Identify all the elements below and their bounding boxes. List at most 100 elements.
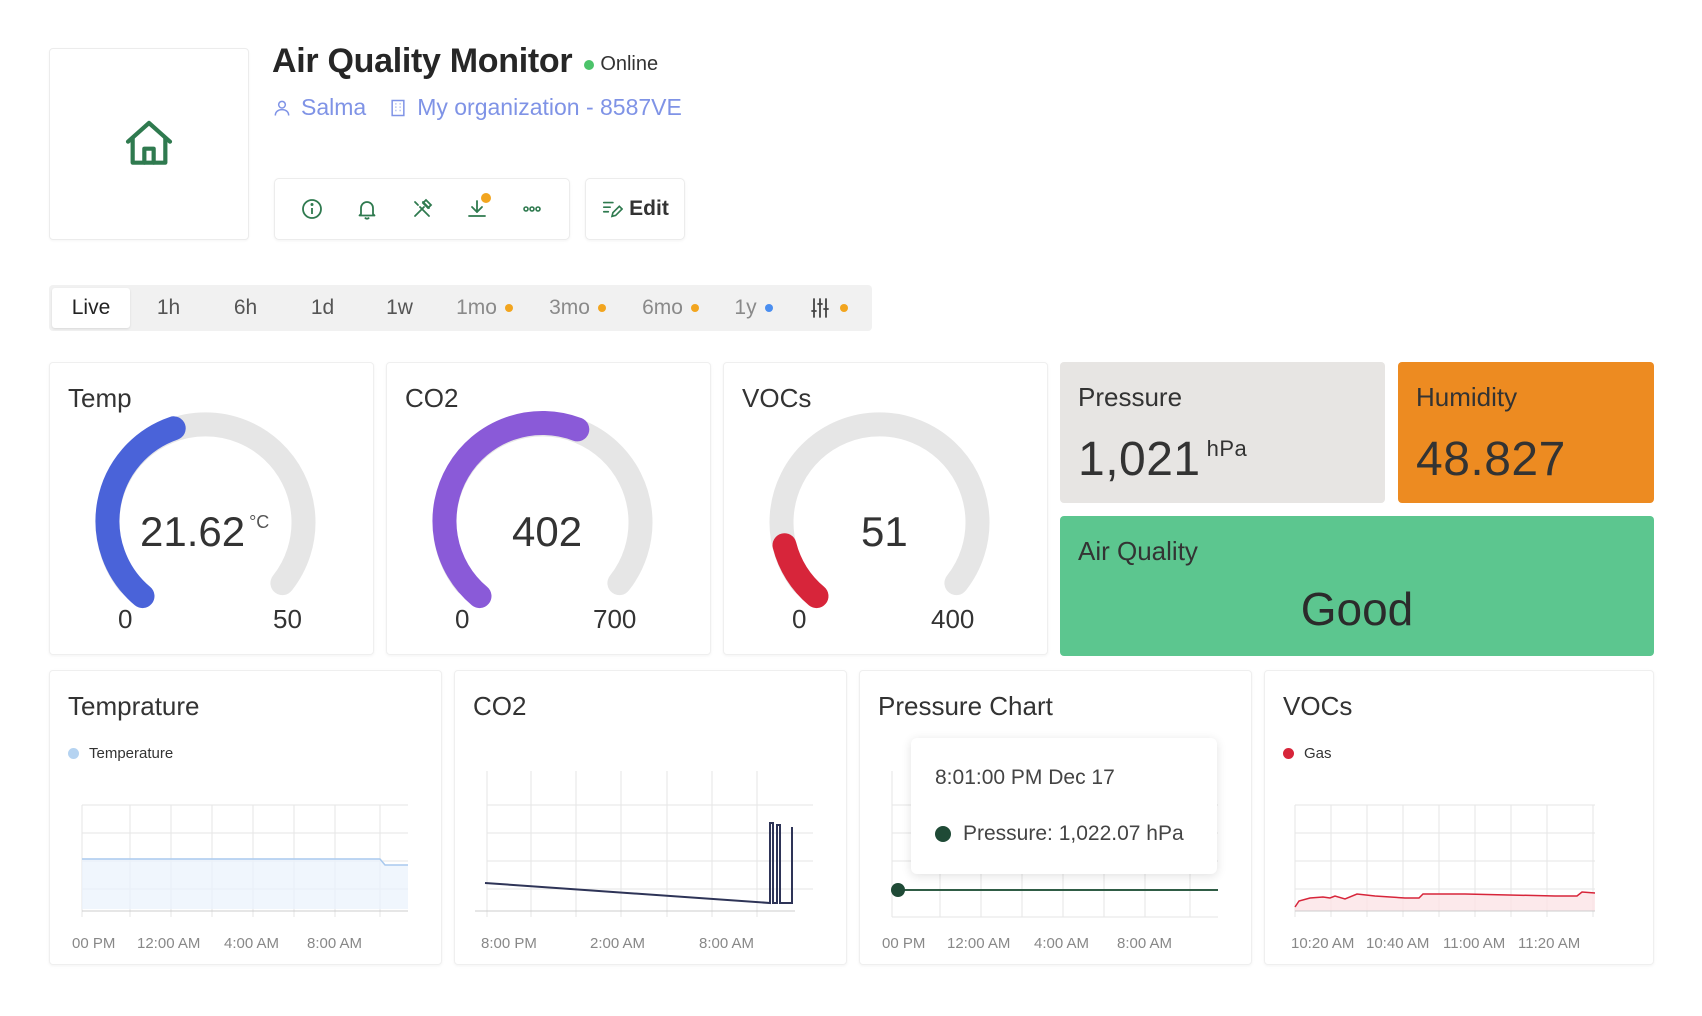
edit-label: Edit	[629, 197, 669, 220]
sliders-icon	[810, 298, 829, 318]
temperature-plot: 00 PM 12:00 AM 4:00 AM 8:00 AM	[72, 804, 408, 952]
tab-label: 1mo	[456, 296, 497, 319]
dashboard: Air Quality Monitor Online Salma My orga…	[0, 0, 1702, 1016]
card-title: Pressure	[1078, 382, 1183, 412]
gauge-value: 21.62 °C	[140, 508, 269, 556]
alerts-button[interactable]	[349, 191, 385, 227]
card-title: Humidity	[1416, 382, 1518, 412]
vocs-area	[1295, 892, 1595, 911]
tab-label: 1h	[156, 296, 181, 319]
status-badge: Online	[584, 53, 658, 76]
time-range-tabs: Live 1h 6h 1d 1w 1mo 3mo 6mo 1y	[49, 285, 872, 331]
tools-icon	[414, 198, 433, 217]
tab-6mo[interactable]: 6mo	[624, 288, 717, 328]
card-title: Air Quality	[1078, 536, 1198, 566]
x-tick: 8:00 AM	[307, 935, 362, 952]
gauge-min: 0	[792, 604, 807, 634]
co2-plot: 8:00 PM 2:00 AM 8:00 AM	[475, 771, 813, 952]
vocs-plot: 10:20 AM 10:40 AM 11:00 AM 11:20 AM	[1291, 804, 1596, 952]
x-tick: 8:00 PM	[481, 935, 537, 952]
vocs-chart-card[interactable]: VOCs Gas 10:20 AM 10:40 AM 11:00 AM 11:2…	[1264, 670, 1654, 965]
temp-gauge-card[interactable]: Temp 21.62 °C 0 50	[49, 362, 374, 655]
edit-dashboard-icon	[603, 201, 624, 218]
x-tick: 10:40 AM	[1366, 935, 1429, 952]
stat-value-text: 1,021	[1078, 433, 1201, 486]
tab-live[interactable]: Live	[52, 288, 130, 328]
tab-3mo[interactable]: 3mo	[531, 288, 624, 328]
edit-button[interactable]: Edit	[585, 178, 685, 240]
tab-1w[interactable]: 1w	[361, 288, 438, 328]
home-icon	[125, 120, 173, 165]
owner-name: Salma	[301, 94, 367, 120]
tooltip-value: Pressure: 1,022.07 hPa	[963, 822, 1184, 845]
building-icon	[391, 99, 405, 116]
tab-1y[interactable]: 1y	[717, 288, 790, 328]
tab-6h[interactable]: 6h	[207, 288, 284, 328]
owner-link[interactable]: Salma	[272, 94, 366, 121]
gauge-min: 0	[455, 604, 470, 634]
gauge-value: 51	[861, 508, 908, 555]
temperature-area	[82, 859, 408, 909]
tab-1h[interactable]: 1h	[130, 288, 207, 328]
organization-link[interactable]: My organization - 8587VE	[388, 94, 682, 121]
stat-value: 1,021 hPa	[1078, 432, 1247, 487]
air-quality-value: Good	[1300, 583, 1414, 635]
x-tick: 12:00 AM	[947, 935, 1010, 952]
status-label: Online	[600, 53, 659, 75]
co2-gauge-card[interactable]: CO2 402 0 700	[386, 362, 711, 655]
gauge-max: 400	[931, 604, 975, 634]
gauge-max: 50	[273, 604, 302, 634]
tab-label: 1w	[386, 296, 413, 319]
x-tick: 8:00 AM	[699, 935, 754, 952]
x-tick: 00 PM	[882, 935, 925, 952]
temperature-chart-card[interactable]: Temprature Temperature 00 PM 12:00 AM 4:…	[49, 670, 442, 965]
pressure-point[interactable]	[891, 883, 905, 897]
premium-dot-icon	[690, 304, 699, 312]
air-quality-card[interactable]: Air Quality Good	[1060, 516, 1654, 656]
humidity-card[interactable]: Humidity 48.827	[1398, 362, 1654, 503]
user-icon	[274, 100, 290, 116]
tab-label: 1y	[734, 296, 757, 319]
co2-chart-card[interactable]: CO2 8:00 PM 2:00 AM 8:00 AM	[454, 670, 847, 965]
tab-label: 3mo	[549, 296, 590, 319]
notification-badge	[480, 193, 491, 203]
gauge-unit: °C	[249, 512, 270, 532]
x-tick: 10:20 AM	[1291, 935, 1354, 952]
gauge-fill	[772, 533, 829, 609]
bell-icon	[358, 201, 376, 220]
x-tick: 12:00 AM	[137, 935, 200, 952]
download-button[interactable]	[459, 191, 495, 227]
tab-label: 1d	[310, 296, 335, 319]
premium-dot-icon	[504, 304, 513, 312]
device-toolbar	[274, 178, 570, 240]
gauge-min: 0	[118, 604, 133, 634]
more-button[interactable]	[514, 191, 550, 227]
organization-name: My organization - 8587VE	[417, 94, 682, 120]
x-tick: 11:20 AM	[1518, 935, 1580, 952]
vocs-gauge-card[interactable]: VOCs 51 0 400	[723, 362, 1048, 655]
x-tick: 00 PM	[72, 935, 115, 952]
meta-row: Salma My organization - 8587VE	[272, 94, 682, 121]
tab-label: Live	[71, 296, 111, 319]
tools-button[interactable]	[404, 191, 440, 227]
x-tick: 4:00 AM	[224, 935, 279, 952]
x-tick: 2:00 AM	[590, 935, 645, 952]
x-tick: 8:00 AM	[1117, 935, 1172, 952]
premium-dot-icon	[597, 304, 606, 312]
premium-dot-icon	[839, 304, 848, 312]
chart-tooltip: 8:01:00 PM Dec 17 Pressure: 1,022.07 hPa	[911, 738, 1217, 874]
gauge-value-text: 21.62	[140, 508, 246, 555]
tab-label: 6mo	[642, 296, 683, 319]
info-icon	[302, 199, 323, 219]
pressure-card[interactable]: Pressure 1,021 hPa	[1060, 362, 1385, 503]
info-button[interactable]	[294, 191, 330, 227]
custom-range-button[interactable]	[790, 288, 865, 328]
series-dot-icon	[935, 826, 951, 842]
x-tick: 11:00 AM	[1443, 935, 1505, 952]
tab-1d[interactable]: 1d	[284, 288, 361, 328]
tooltip-row: Pressure: 1,022.07 hPa	[935, 822, 1184, 846]
more-icon	[522, 206, 541, 212]
tab-1mo[interactable]: 1mo	[438, 288, 531, 328]
stat-value: 48.827	[1416, 433, 1566, 486]
stat-unit: hPa	[1206, 436, 1248, 461]
